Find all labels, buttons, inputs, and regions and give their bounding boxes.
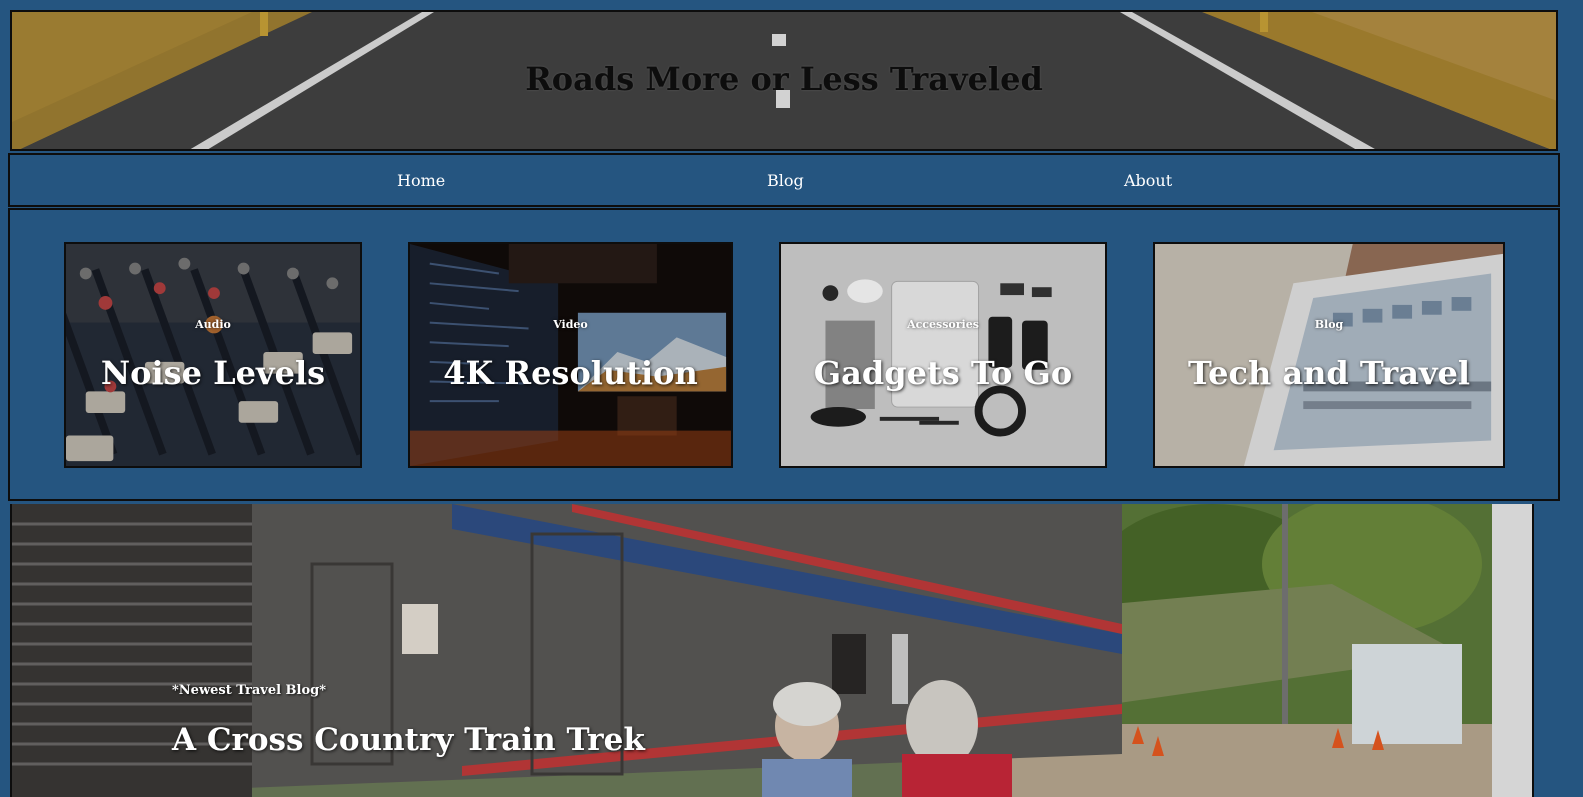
site-title: Roads More or Less Traveled [525,60,1043,98]
card-category: Accessories [907,318,979,331]
card-title: Noise Levels [100,354,326,392]
card-accessories[interactable]: Accessories Gadgets To Go [779,242,1107,468]
category-cards: Audio Noise Levels Video 4K Resolution A… [8,208,1560,501]
card-audio[interactable]: Audio Noise Levels [64,242,362,468]
hero-label: *Newest Travel Blog* [172,683,327,698]
page: Roads More or Less Traveled Home Blog Ab… [0,0,1583,797]
card-blog[interactable]: Blog Tech and Travel [1153,242,1505,468]
nav-home-link[interactable]: Home [397,171,445,190]
card-category: Blog [1314,318,1344,331]
site-header: Roads More or Less Traveled [10,10,1558,151]
card-title: 4K Resolution [443,354,698,392]
card-category: Audio [195,318,231,331]
hero-title[interactable]: A Cross Country Train Trek [172,722,645,758]
nav-about-link[interactable]: About [1124,171,1172,190]
nav-blog-link[interactable]: Blog [767,171,804,190]
card-title: Tech and Travel [1187,354,1471,392]
card-title: Gadgets To Go [813,354,1073,392]
card-category: Video [553,318,588,331]
card-video[interactable]: Video 4K Resolution [408,242,733,468]
featured-blog-hero[interactable]: *Newest Travel Blog* A Cross Country Tra… [10,504,1534,797]
main-nav: Home Blog About [8,153,1560,207]
